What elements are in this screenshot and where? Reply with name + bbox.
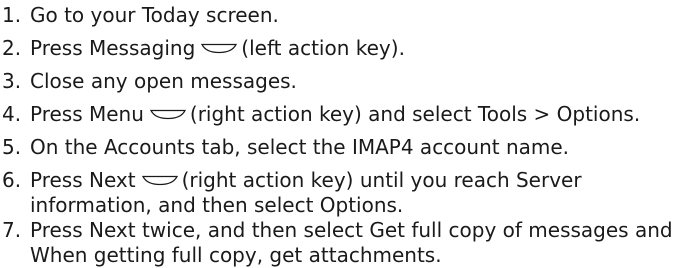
step-text-line-1: Press Next twice, and then select Get fu… <box>30 218 673 242</box>
step-text-after: (right action key) until you reach Serve… <box>181 168 582 192</box>
step-number: 4. <box>2 102 22 126</box>
step-text: On the Accounts tab, select the IMAP4 ac… <box>30 135 570 159</box>
step-text: Close any open messages. <box>30 69 297 93</box>
step-number: 6. <box>2 168 22 192</box>
step-text: Go to your Today screen. <box>30 3 279 27</box>
step-text-after: (left action key). <box>241 36 405 60</box>
step-number: 1. <box>2 3 22 27</box>
step-number: 3. <box>2 69 22 93</box>
step-text: Press Menu (right action key) and select … <box>30 102 640 127</box>
step-number: 5. <box>2 135 22 159</box>
step-text: Press Messaging (left action key). <box>30 36 405 61</box>
step-text-after: (right action key) and select Tools > Op… <box>189 102 641 126</box>
step-text-continued: information, and then select Options. <box>30 193 404 217</box>
step-text-before: Press Messaging <box>30 36 196 60</box>
right-action-key-icon <box>149 109 186 120</box>
step-number: 7. <box>2 218 22 242</box>
step-number: 2. <box>2 36 22 60</box>
step-text-line-2: When getting full copy, get attachments. <box>30 243 442 267</box>
step-text-before: Press Menu <box>30 102 144 126</box>
step-text: Press Next (right action key) until you r… <box>30 168 688 218</box>
step-text: Press Next twice, and then select Get fu… <box>30 218 688 268</box>
right-action-key-icon <box>141 175 178 186</box>
step-text-before: Press Next <box>30 168 136 192</box>
left-action-key-icon <box>201 43 238 54</box>
